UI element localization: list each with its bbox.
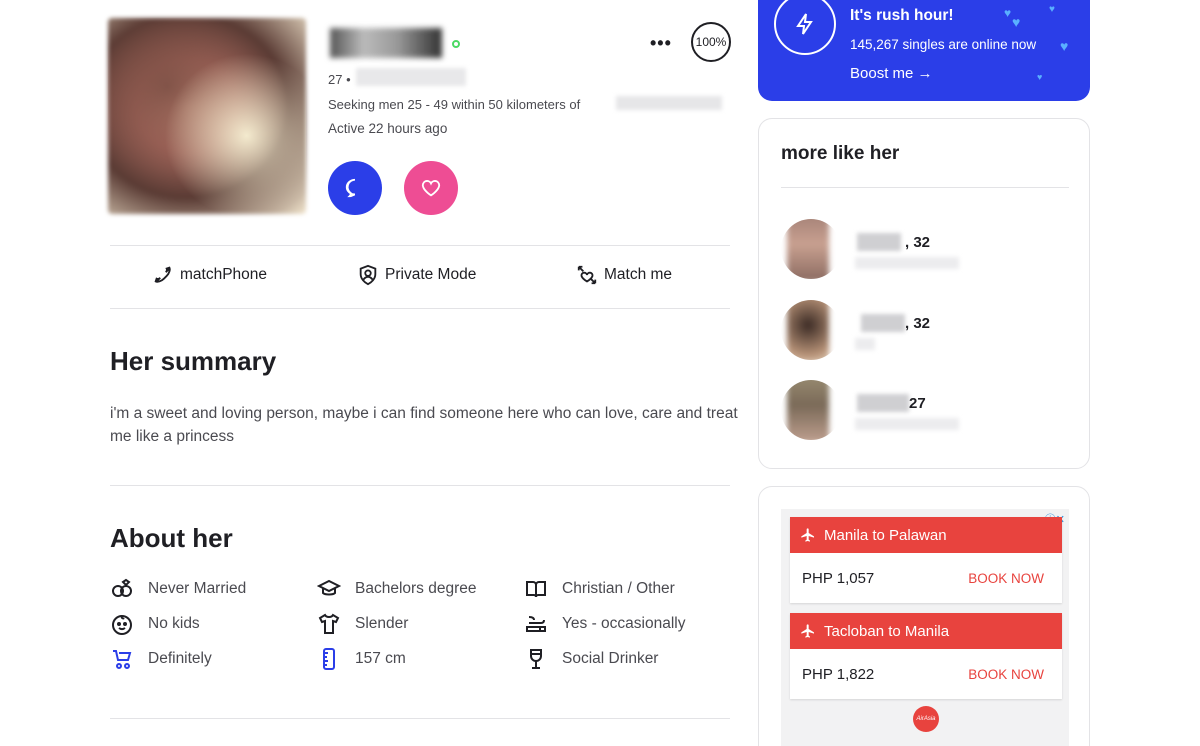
heart-icon: ♥ [1049,4,1055,15]
match-phone-label: matchPhone [180,266,268,283]
phone-icon [154,266,171,283]
profile-age: 27 • [328,72,351,87]
chat-bubble-icon [345,178,356,198]
attr-label: No kids [148,615,200,632]
suggested-profile[interactable]: , 32 [781,300,1071,360]
profile-location-redacted [855,257,959,269]
attr-drinking: Social Drinker [524,647,658,671]
profile-location-redacted [356,68,466,86]
about-heading: About her [110,523,233,553]
profile-name-redacted [857,233,901,251]
attr-label: Social Drinker [562,650,659,667]
divider [110,308,730,309]
shield-user-icon [359,264,377,286]
attr-label: Bachelors degree [355,580,477,597]
divider [781,187,1069,188]
attr-body-type: Slender [317,612,408,636]
profile-seeking: Seeking men 25 - 49 within 50 kilometers… [328,97,581,112]
shirt-icon [318,613,340,634]
suggested-profile-age: , 32 [905,234,931,251]
more-like-her-heading: more like her [781,143,900,164]
ruler-icon [323,648,335,670]
book-now-button[interactable]: BOOK NOW [968,571,1044,586]
avatar [781,380,841,440]
attr-label: Definitely [148,650,212,667]
flight-offer[interactable]: Manila to Palawan PHP 1,057 BOOK NOW [790,517,1062,603]
more-options-icon[interactable]: ••• [650,33,672,54]
heart-icon [421,180,441,197]
private-mode-button[interactable]: Private Mode [357,264,476,286]
book-now-button[interactable]: BOOK NOW [968,667,1044,682]
like-button[interactable] [404,161,458,215]
attr-label: 157 cm [355,650,406,667]
airplane-icon [801,624,814,638]
private-mode-label: Private Mode [385,266,477,283]
attr-religion: Christian / Other [524,577,675,601]
lightning-icon-circle [774,0,836,55]
suggested-profile[interactable]: , 32 [781,219,1071,279]
flight-route: Manila to Palawan [824,526,947,544]
avatar [781,300,841,360]
book-icon [526,581,546,598]
divider [110,245,730,246]
attr-marital-status: Never Married [110,577,246,601]
attr-label: Yes - occasionally [562,615,686,632]
suggested-profile-age: 27 [909,395,926,412]
profile-last-active: Active 22 hours ago [328,121,448,136]
divider [110,485,730,486]
seeking-location-redacted [616,96,722,110]
match-phone-button[interactable]: matchPhone [152,264,267,286]
attr-height: 157 cm [317,647,406,671]
avatar [781,219,841,279]
summary-heading: Her summary [110,346,277,376]
heart-icon: ♥ [1037,72,1043,82]
profile-name-redacted [330,28,442,58]
heart-icon: ♥ [1004,6,1012,20]
divider [110,718,730,719]
more-like-her-card: more like her , 32 , 32 27 [758,118,1090,469]
flight-price: PHP 1,057 [802,569,875,587]
smoking-icon [526,616,546,632]
flight-route: Tacloban to Manila [824,622,950,640]
graduation-cap-icon [317,579,341,596]
ad-card: ⓘ✕ Manila to Palawan PHP 1,057 BOOK NOW … [758,486,1090,746]
attr-label: Never Married [148,580,247,597]
summary-text: i'm a sweet and loving person, maybe i c… [110,405,738,445]
attr-label: Slender [355,615,409,632]
heart-icon: ♥ [1012,14,1021,30]
baby-face-icon [112,615,132,635]
lightning-icon [796,13,813,35]
airplane-icon [801,528,814,542]
profile-name-redacted [861,314,905,332]
stroller-icon [113,650,132,669]
attr-label: Christian / Other [562,580,675,597]
profile-location-redacted [855,418,959,430]
rings-icon [112,578,132,597]
message-button[interactable] [328,161,382,215]
attr-smoking: Yes - occasionally [524,612,686,636]
attr-children: No kids [110,612,200,636]
boost-me-link[interactable]: Boost me → [850,65,933,82]
flight-price: PHP 1,822 [802,665,875,683]
rush-hour-banner[interactable]: It's rush hour! 145,267 singles are onli… [758,0,1090,101]
flight-offer[interactable]: Tacloban to Manila PHP 1,822 BOOK NOW [790,613,1062,699]
profile-photo-overlay [108,18,306,214]
profile-name-redacted [857,394,909,412]
airasia-logo[interactable]: AirAsia [913,706,939,732]
attr-wants-kids: Definitely [110,647,212,671]
attr-education: Bachelors degree [317,577,477,601]
profile-location-redacted [855,338,875,350]
suggested-profile[interactable]: 27 [781,380,1071,440]
rush-subtitle: 145,267 singles are online now [850,37,1037,52]
match-score-badge: 100% [691,22,731,62]
heart-arrows-icon [577,265,597,285]
suggested-profile-age: , 32 [905,315,931,332]
match-me-label: Match me [604,266,673,283]
wine-glass-icon [530,649,542,669]
online-status-icon [452,40,460,48]
rush-title: It's rush hour! [850,7,954,24]
match-me-button[interactable]: Match me [576,264,672,286]
ad-container[interactable]: ⓘ✕ Manila to Palawan PHP 1,057 BOOK NOW … [781,509,1069,746]
heart-icon: ♥ [1060,38,1069,54]
